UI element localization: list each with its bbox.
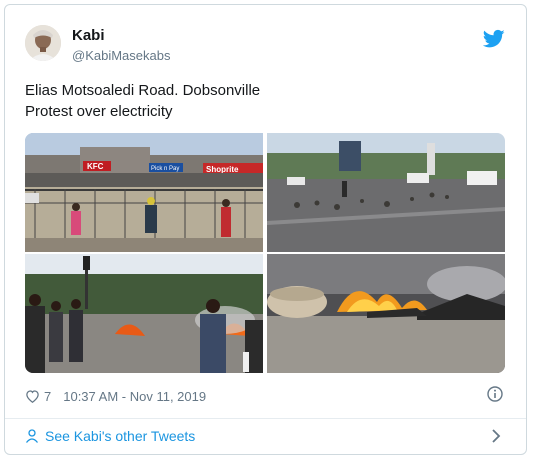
see-other-tweets-label[interactable]: See Kabi's other Tweets: [45, 428, 195, 444]
timestamp[interactable]: 10:37 AM - Nov 11, 2019: [63, 389, 206, 404]
see-other-tweets-link[interactable]: See Kabi's other Tweets: [25, 425, 195, 447]
shoprite-sign: Shoprite: [206, 165, 239, 174]
picknpay-sign: Pick n Pay: [151, 166, 179, 172]
info-icon[interactable]: [487, 386, 503, 402]
tweet-text: Elias Motsoaledi Road. Dobsonville Prote…: [25, 80, 495, 122]
tweet-meta: 7 10:37 AM - Nov 11, 2019: [25, 387, 206, 405]
author-name[interactable]: Kabi: [72, 27, 105, 44]
divider: [5, 418, 526, 419]
tweet-card[interactable]: Kabi @KabiMasekabs Elias Motsoaledi Road…: [4, 4, 527, 455]
photo-crowd-fire[interactable]: [25, 254, 263, 373]
tweet-text-line: Protest over electricity: [25, 103, 173, 120]
photo-burning-debris[interactable]: [267, 254, 505, 373]
kfc-sign: KFC: [87, 162, 104, 171]
tweet-text-line: Elias Motsoaledi Road. Dobsonville: [25, 82, 261, 99]
like-count[interactable]: 7: [44, 389, 51, 404]
media-grid[interactable]: KFC Pick n Pay Shoprite: [25, 133, 505, 373]
photo-storefront[interactable]: KFC Pick n Pay Shoprite: [25, 133, 263, 252]
author-handle[interactable]: @KabiMasekabs: [72, 48, 170, 63]
person-icon: [25, 429, 39, 443]
chevron-right-icon[interactable]: [491, 429, 501, 443]
avatar[interactable]: [25, 25, 61, 61]
twitter-bird-icon[interactable]: [483, 29, 505, 49]
heart-icon[interactable]: [25, 389, 40, 403]
photo-road-blockade[interactable]: [267, 133, 505, 252]
